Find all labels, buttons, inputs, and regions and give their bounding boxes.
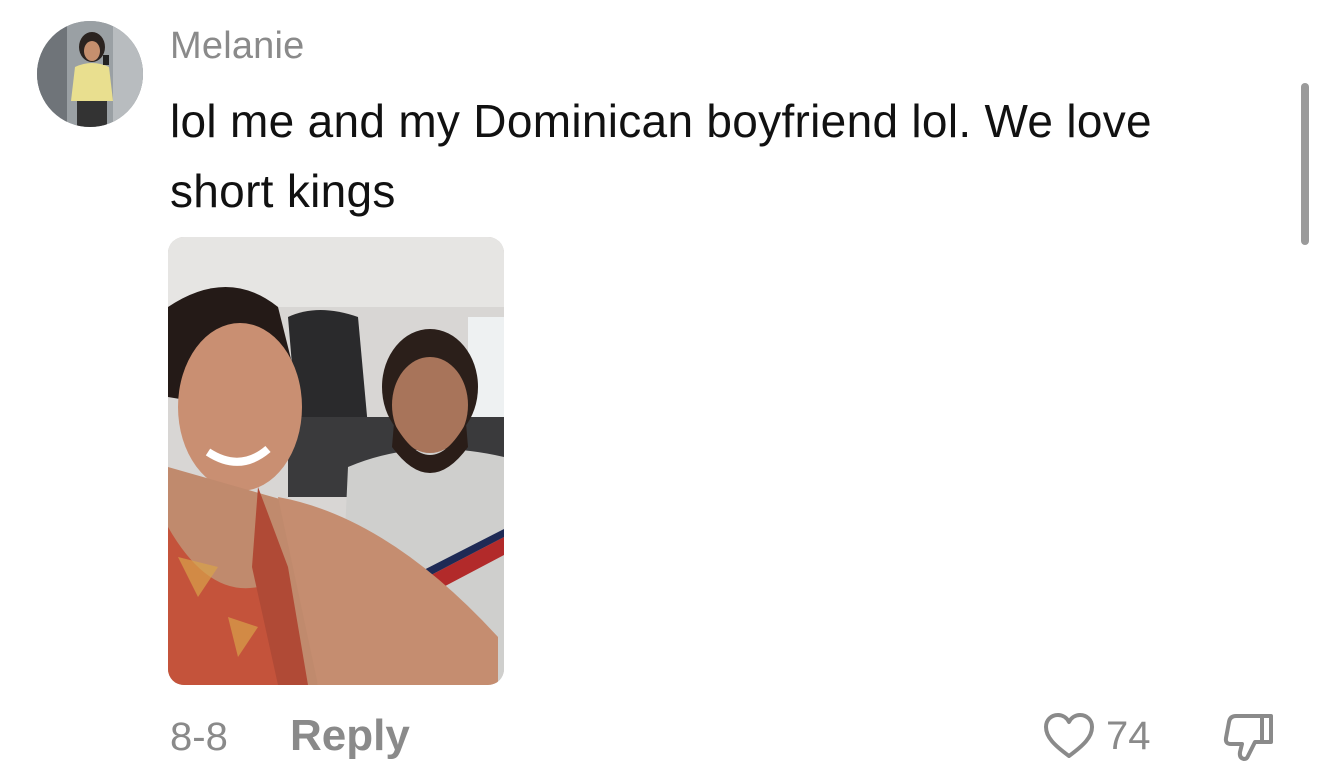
scrollbar[interactable] bbox=[1301, 83, 1309, 245]
heart-outline-icon[interactable] bbox=[1042, 712, 1096, 760]
comment-text: lol me and my Dominican boyfriend lol. W… bbox=[170, 95, 1152, 217]
comment-date: 8-8 bbox=[170, 715, 228, 759]
avatar[interactable] bbox=[37, 21, 143, 127]
reply-button[interactable]: Reply bbox=[290, 711, 410, 761]
photo-image bbox=[168, 237, 504, 685]
like-button[interactable]: 74 bbox=[1042, 710, 1151, 762]
avatar-image bbox=[37, 21, 143, 127]
comment-photo[interactable] bbox=[168, 237, 504, 685]
comment-username[interactable]: Melanie bbox=[170, 22, 304, 70]
like-count: 74 bbox=[1106, 714, 1151, 758]
comment-item: Melanie lol me and my Dominican boyfrien… bbox=[0, 0, 1320, 762]
thumbs-down-outline-icon[interactable] bbox=[1222, 712, 1276, 762]
